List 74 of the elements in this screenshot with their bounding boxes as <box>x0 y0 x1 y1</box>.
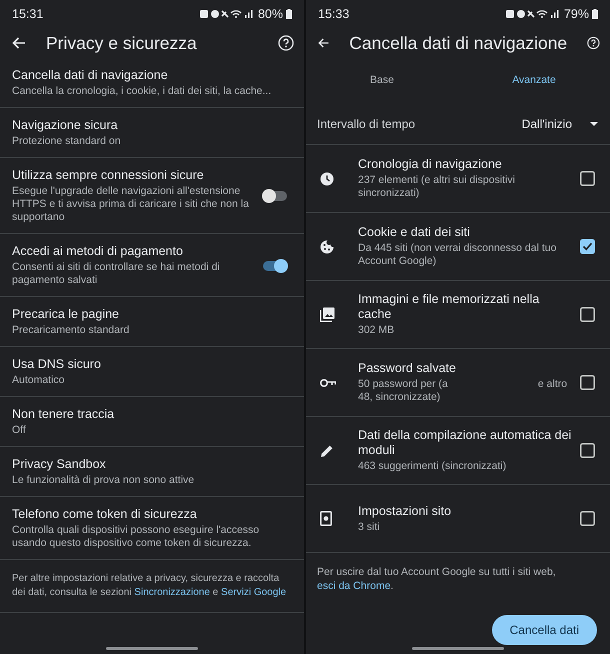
setting-summary: Cancella la cronologia, i cookie, i dati dei siti, la cache... <box>12 85 272 98</box>
clear-data-button[interactable]: Cancella dati <box>492 615 597 645</box>
data-type-row[interactable]: Impostazioni sito 3 siti <box>306 485 610 553</box>
data-type-title: Impostazioni sito <box>358 504 452 518</box>
checkbox[interactable] <box>580 171 595 186</box>
screen-title: Cancella dati di navigazione <box>349 32 568 54</box>
help-icon[interactable] <box>278 35 294 51</box>
setting-summary: Esegue l'upgrade delle navigazioni all'estensione HTTPS e ti avvisa prima di caricare i siti che non la supportano <box>12 185 250 224</box>
help-icon[interactable] <box>587 35 600 51</box>
time-range-label: Intervallo di tempo <box>317 117 416 131</box>
footer-note: Per uscire dal tuo Account Google su tutti i siti web, esci da Chrome. <box>316 565 557 594</box>
setting-title: Telefono come token di sicurezza <box>12 507 198 522</box>
setting-summary: Le funzionalità di prova non sono attive <box>12 474 196 487</box>
setting-summary: Protezione standard on <box>12 135 122 148</box>
time-range-dropdown[interactable]: Dall'inizio <box>522 113 598 135</box>
data-type-summary: Da 445 siti (non verrai disconnesso dal tuo Account Google) <box>358 242 558 268</box>
status-time: 15:33 <box>318 7 350 21</box>
setting-title: Navigazione sicura <box>12 118 119 133</box>
checkbox[interactable] <box>580 239 595 254</box>
setting-title: Utilizza sempre connessioni sicure <box>12 168 205 183</box>
status-icons <box>200 9 255 19</box>
pencil-icon <box>320 444 334 458</box>
setting-title: Cancella dati di navigazione <box>12 68 169 83</box>
setting-title: Usa DNS sicuro <box>12 357 102 372</box>
cookie-icon <box>320 240 334 254</box>
back-icon[interactable] <box>12 37 26 49</box>
setting-title: Accedi ai metodi di pagamento <box>12 244 184 259</box>
setting-title: Privacy Sandbox <box>12 457 107 472</box>
status-icons <box>506 9 561 19</box>
data-type-title: Cronologia di navigazione <box>358 157 503 172</box>
data-type-row[interactable]: Immagini e file memorizzati nella cache 302 MB <box>306 281 610 349</box>
settings-icon <box>320 511 332 526</box>
data-type-title: Immagini e file memorizzati nella cache <box>358 292 540 322</box>
battery-level: 79% <box>564 7 589 21</box>
screen-title: Privacy e sicurezza <box>46 32 198 54</box>
dropdown-icon <box>590 122 598 126</box>
tab[interactable]: Base <box>322 65 442 95</box>
battery-level: 80% <box>258 7 283 21</box>
toggle-switch[interactable] <box>262 258 288 272</box>
data-type-summary: 302 MB <box>358 324 396 337</box>
footer-link[interactable]: Servizi Google <box>221 587 286 598</box>
setting-title: Precarica le pagine <box>12 307 120 322</box>
data-type-title: Dati della compilazione automatica dei moduli <box>358 428 572 458</box>
data-type-row[interactable]: Cronologia di navigazione 237 elementi (e altri sui dispositivi sincronizzati) <box>306 145 610 213</box>
data-type-summary: 237 elementi (e altri sui dispositivi sincronizzati) <box>358 174 516 200</box>
status-time: 15:31 <box>12 7 44 21</box>
setting-summary: Off <box>12 424 27 437</box>
clock-icon <box>320 172 334 186</box>
checkbox[interactable] <box>580 511 595 526</box>
data-type-row[interactable]: Password salvate 50 password per (a e altro 48, sincronizzate) <box>306 349 610 417</box>
data-type-row[interactable]: Dati della compilazione automatica dei moduli 463 suggerimenti (sincronizzati) <box>306 417 610 485</box>
footer-link[interactable]: esci da Chrome <box>317 580 391 592</box>
data-type-summary: 3 siti <box>358 520 381 534</box>
images-icon <box>320 307 335 322</box>
data-type-summary: 50 password per (a e altro 48, sincronizzate) <box>358 378 568 404</box>
back-icon[interactable] <box>318 37 330 49</box>
toggle-switch[interactable] <box>262 189 288 203</box>
data-type-title: Cookie e dati dei siti <box>358 225 471 240</box>
setting-summary: Precaricamento standard <box>12 324 130 337</box>
tab[interactable]: Avanzate <box>474 65 594 95</box>
setting-summary: Controlla quali dispositivi possono eseguire l'accesso usando questo dispositivo come token di sicurezza. <box>12 524 260 550</box>
checkbox[interactable] <box>580 443 595 458</box>
key-icon <box>320 378 336 388</box>
checkbox[interactable] <box>580 307 595 322</box>
setting-summary: Automatico <box>12 374 66 387</box>
battery-icon <box>286 9 292 19</box>
data-type-title: Password salvate <box>358 361 457 376</box>
setting-title: Non tenere traccia <box>12 407 116 422</box>
setting-summary: Consenti ai siti di controllare se hai metodi di pagamento salvati <box>12 261 221 287</box>
checkbox[interactable] <box>580 375 595 390</box>
battery-icon <box>592 9 598 19</box>
data-type-summary: 463 suggerimenti (sincronizzati) <box>358 460 508 473</box>
data-type-row[interactable]: Cookie e dati dei siti Da 445 siti (non verrai disconnesso dal tuo Account Google) <box>306 213 610 281</box>
footer-link[interactable]: Sincronizzazione <box>134 587 210 598</box>
